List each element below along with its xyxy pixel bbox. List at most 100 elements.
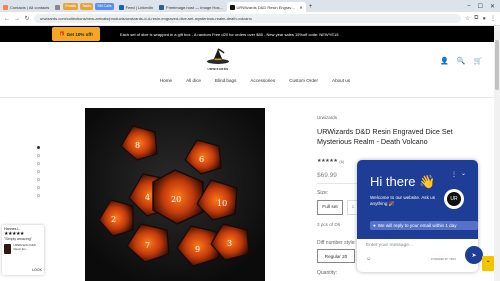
review-quote: "Simply amazing" xyxy=(4,237,32,241)
discount-button[interactable]: 🎁 Get 10% off! xyxy=(52,27,100,41)
discount-label: Get 10% off! xyxy=(66,31,93,37)
account-icon[interactable]: 👤 xyxy=(440,57,449,65)
urwizards-icon xyxy=(229,4,235,10)
rating-stars: ★★★★★ xyxy=(317,158,338,164)
tab-blank[interactable] xyxy=(52,2,63,12)
announcement-bar: 🎁 Get 10% off! Each set of dice is wrapp… xyxy=(0,26,500,42)
svg-text:4: 4 xyxy=(145,193,150,202)
svg-text:8: 8 xyxy=(135,141,140,150)
reply-time-notice: ● We will reply to your email within 1 d… xyxy=(370,221,478,230)
size-option-3pcs-d6[interactable]: 3 pcs of D6 xyxy=(317,222,340,227)
chat-message-input[interactable]: Enter your message... xyxy=(366,243,413,248)
size-label: Size: xyxy=(317,190,329,196)
profile-icon[interactable]: ● xyxy=(482,16,486,22)
tab-label: Contacts | All contacts xyxy=(10,4,50,10)
gallery-thumbnails xyxy=(37,146,40,197)
svg-text:9: 9 xyxy=(195,245,200,254)
chat-widget[interactable]: Hi there 👋 ⋮ ⌄ UR Welcome to our website… xyxy=(357,160,478,272)
chat-menu-icon[interactable]: ⋮ xyxy=(451,171,457,178)
tab-group-sm-calls[interactable]: SM Calls xyxy=(95,2,114,10)
chat-minimize-icon[interactable]: ⌄ xyxy=(461,170,466,177)
review-count: (6) xyxy=(339,158,345,164)
url-field[interactable]: urwizards.com/collections/new-arrivals/p… xyxy=(34,14,461,23)
nav-all-dice[interactable]: All dice xyxy=(186,78,201,83)
browser-tab-bar: Contacts | All contacts Emails Tasks SM … xyxy=(0,0,500,12)
nav-about-us[interactable]: About us xyxy=(332,78,350,83)
bookmark-star-icon[interactable]: ☆ xyxy=(465,15,470,22)
chat-send-button[interactable]: ➤ xyxy=(465,246,483,264)
back-icon[interactable]: ← xyxy=(4,16,10,22)
gallery-dot[interactable] xyxy=(37,162,40,165)
product-price: $69.99 xyxy=(317,172,337,179)
review-product-name: URWizards D&D Resin En… xyxy=(13,243,36,251)
reload-icon[interactable]: ↻ xyxy=(24,15,30,22)
chat-header: Hi there 👋 ⋮ ⌄ UR Welcome to our website… xyxy=(357,160,478,239)
tab-group-tasks[interactable]: Tasks xyxy=(80,2,94,10)
menu-icon[interactable]: ⋮ xyxy=(490,15,496,22)
svg-text:3: 3 xyxy=(227,239,232,248)
gallery-dot[interactable] xyxy=(37,194,40,197)
emoji-icon[interactable]: ☺ xyxy=(366,256,371,262)
product-vendor[interactable]: Urwizards xyxy=(317,115,337,120)
chat-avatar: UR xyxy=(444,189,464,209)
product-image[interactable]: 8 6 20 4 10 2 7 9 3 xyxy=(85,108,265,281)
hubspot-icon xyxy=(3,4,8,10)
quantity-label: Quantity: xyxy=(317,270,338,276)
chat-welcome-text: Welcome to our website. Ask us anything … xyxy=(370,195,436,206)
tab-label: Feed | LinkedIn xyxy=(125,4,154,10)
avatar-text: UR xyxy=(447,192,461,206)
svg-text:20: 20 xyxy=(171,195,181,204)
new-tab-button[interactable]: + xyxy=(306,2,316,12)
search-icon[interactable]: 🔍 xyxy=(457,57,466,65)
address-bar-row: ← → ↻ urwizards.com/collections/new-arri… xyxy=(0,12,500,26)
freeimage-icon xyxy=(159,4,165,10)
gallery-dot[interactable] xyxy=(37,178,40,181)
cart-icon[interactable]: 🛒 xyxy=(473,57,482,65)
chat-greeting: Hi there 👋 xyxy=(370,174,436,189)
review-product-thumbnail xyxy=(4,244,12,254)
svg-text:6: 6 xyxy=(199,155,204,164)
size-option-full-set[interactable]: Full set xyxy=(317,200,343,215)
tab-label: Freeimage.host — Image Hos… xyxy=(166,4,224,10)
tab-contacts[interactable]: Contacts | All contacts xyxy=(0,2,52,12)
close-tab-icon[interactable]: ✕ xyxy=(299,5,302,10)
product-title: URWizards D&D Resin Engraved Dice Set My… xyxy=(317,127,453,146)
gallery-dot[interactable] xyxy=(37,186,40,189)
svg-text:10: 10 xyxy=(217,199,227,208)
gallery-dot[interactable] xyxy=(37,170,40,173)
nav-custom-order[interactable]: Custom Order xyxy=(289,78,318,83)
nav-accessories[interactable]: Accessories xyxy=(250,78,275,83)
gallery-dot[interactable] xyxy=(37,154,40,157)
chevron-up-icon: ⌃ xyxy=(485,261,491,267)
gallery-dot[interactable] xyxy=(37,146,40,149)
nav-home[interactable]: Home xyxy=(160,78,172,83)
nav-blind-bags[interactable]: Blind bags xyxy=(215,78,236,83)
announcement-text: Each set of dice is wrapped in a gift bo… xyxy=(120,31,339,37)
close-window-icon[interactable]: ✕ xyxy=(490,3,495,10)
powered-by-label: POWERED BY TIDIO xyxy=(431,258,457,261)
gift-icon: 🎁 xyxy=(59,31,65,36)
back-to-top-button[interactable]: ⌃ xyxy=(482,256,494,271)
forward-icon[interactable]: → xyxy=(14,16,20,22)
tab-freeimage[interactable]: Freeimage.host — Image Hos… xyxy=(156,2,226,12)
minimize-icon[interactable]: – xyxy=(467,3,470,10)
header-divider xyxy=(0,97,494,98)
scrollbar-thumb[interactable] xyxy=(495,40,499,90)
tab-urwizards[interactable]: URWizards D&D Resin Engrav… ✕ xyxy=(226,2,306,12)
style-option-regular-20[interactable]: Regular 20 xyxy=(317,249,355,263)
extensions-icon[interactable]: ⧉ xyxy=(474,15,478,22)
reply-notice-text: We will reply to your email within 1 day xyxy=(377,223,457,228)
product-rating[interactable]: ★★★★★ (6) xyxy=(317,158,344,164)
maximize-icon[interactable]: ☐ xyxy=(478,3,483,10)
look-link[interactable]: LOOK xyxy=(32,268,42,272)
linkedin-icon xyxy=(118,4,124,10)
tab-linkedin[interactable]: Feed | LinkedIn xyxy=(116,2,157,12)
svg-text:7: 7 xyxy=(145,241,150,250)
logo-text: URWIZARDS xyxy=(207,67,229,71)
dice-photo: 8 6 20 4 10 2 7 9 3 xyxy=(85,108,265,281)
tab-group-emails[interactable]: Emails xyxy=(63,2,79,10)
svg-text:2: 2 xyxy=(111,215,116,224)
style-label: Diff number style: xyxy=(317,240,356,246)
main-nav: Home All dice Blind bags Accessories Cus… xyxy=(0,78,500,83)
site-logo[interactable]: URWIZARDS xyxy=(203,48,233,74)
